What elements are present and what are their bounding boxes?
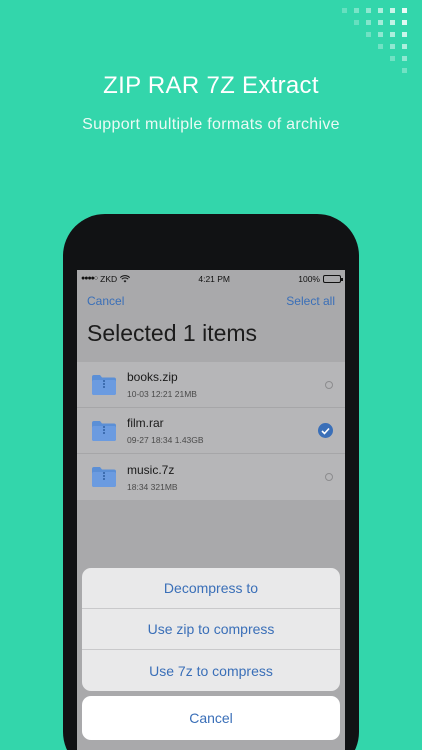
- zip-compress-button[interactable]: Use zip to compress: [82, 609, 340, 650]
- status-time: 4:21 PM: [198, 273, 231, 284]
- unselected-circle-icon[interactable]: [325, 380, 333, 389]
- nav-bar: Cancel Select all: [77, 290, 345, 312]
- unselected-circle-icon[interactable]: [325, 473, 333, 481]
- file-list: books.zip 10-03 12:21 21MB film.rar 09-2…: [77, 362, 345, 500]
- file-row-film[interactable]: film.rar 09-27 18:34 1.43GB: [77, 408, 345, 454]
- archive-folder-icon: [92, 420, 116, 441]
- decorative-dot-grid: [342, 8, 407, 73]
- select-all-link[interactable]: Select all: [286, 294, 335, 308]
- page-title: Selected 1 items: [87, 320, 258, 346]
- 7z-compress-button[interactable]: Use 7z to compress: [82, 650, 340, 691]
- wifi-icon: [120, 274, 131, 282]
- file-name: books.zip: [127, 370, 178, 384]
- status-bar: ●●●●○ ZKD 4:21 PM 100%: [77, 270, 345, 287]
- phone-screen: ●●●●○ ZKD 4:21 PM 100% Cancel Select all…: [77, 270, 345, 750]
- file-name: film.rar: [127, 416, 164, 430]
- promo-subline: Support multiple formats of archive: [82, 116, 340, 133]
- signal-icon: ●●●●○: [81, 275, 98, 282]
- battery-icon: [322, 274, 343, 283]
- promo-headline: ZIP RAR 7Z Extract: [103, 72, 319, 99]
- carrier-name: ZKD: [100, 273, 118, 284]
- cancel-link[interactable]: Cancel: [87, 294, 124, 308]
- file-meta: 10-03 12:21 21MB: [127, 389, 197, 399]
- file-row-books[interactable]: books.zip 10-03 12:21 21MB: [77, 362, 345, 408]
- checkmark-icon[interactable]: [318, 423, 333, 438]
- action-sheet: Decompress to Use zip to compress Use 7z…: [82, 568, 340, 691]
- archive-folder-icon: [92, 374, 116, 395]
- phone-frame: ●●●●○ ZKD 4:21 PM 100% Cancel Select all…: [63, 214, 359, 750]
- file-meta: 09-27 18:34 1.43GB: [127, 435, 204, 445]
- file-name: music.7z: [127, 462, 175, 477]
- battery-percent: 100%: [298, 273, 320, 284]
- file-meta: 18:34 321MB: [127, 481, 178, 492]
- action-sheet-cancel-button[interactable]: Cancel: [82, 696, 340, 740]
- archive-folder-icon: [92, 467, 116, 487]
- decompress-to-button[interactable]: Decompress to: [82, 568, 340, 609]
- file-row-music[interactable]: music.7z 18:34 321MB: [77, 454, 345, 500]
